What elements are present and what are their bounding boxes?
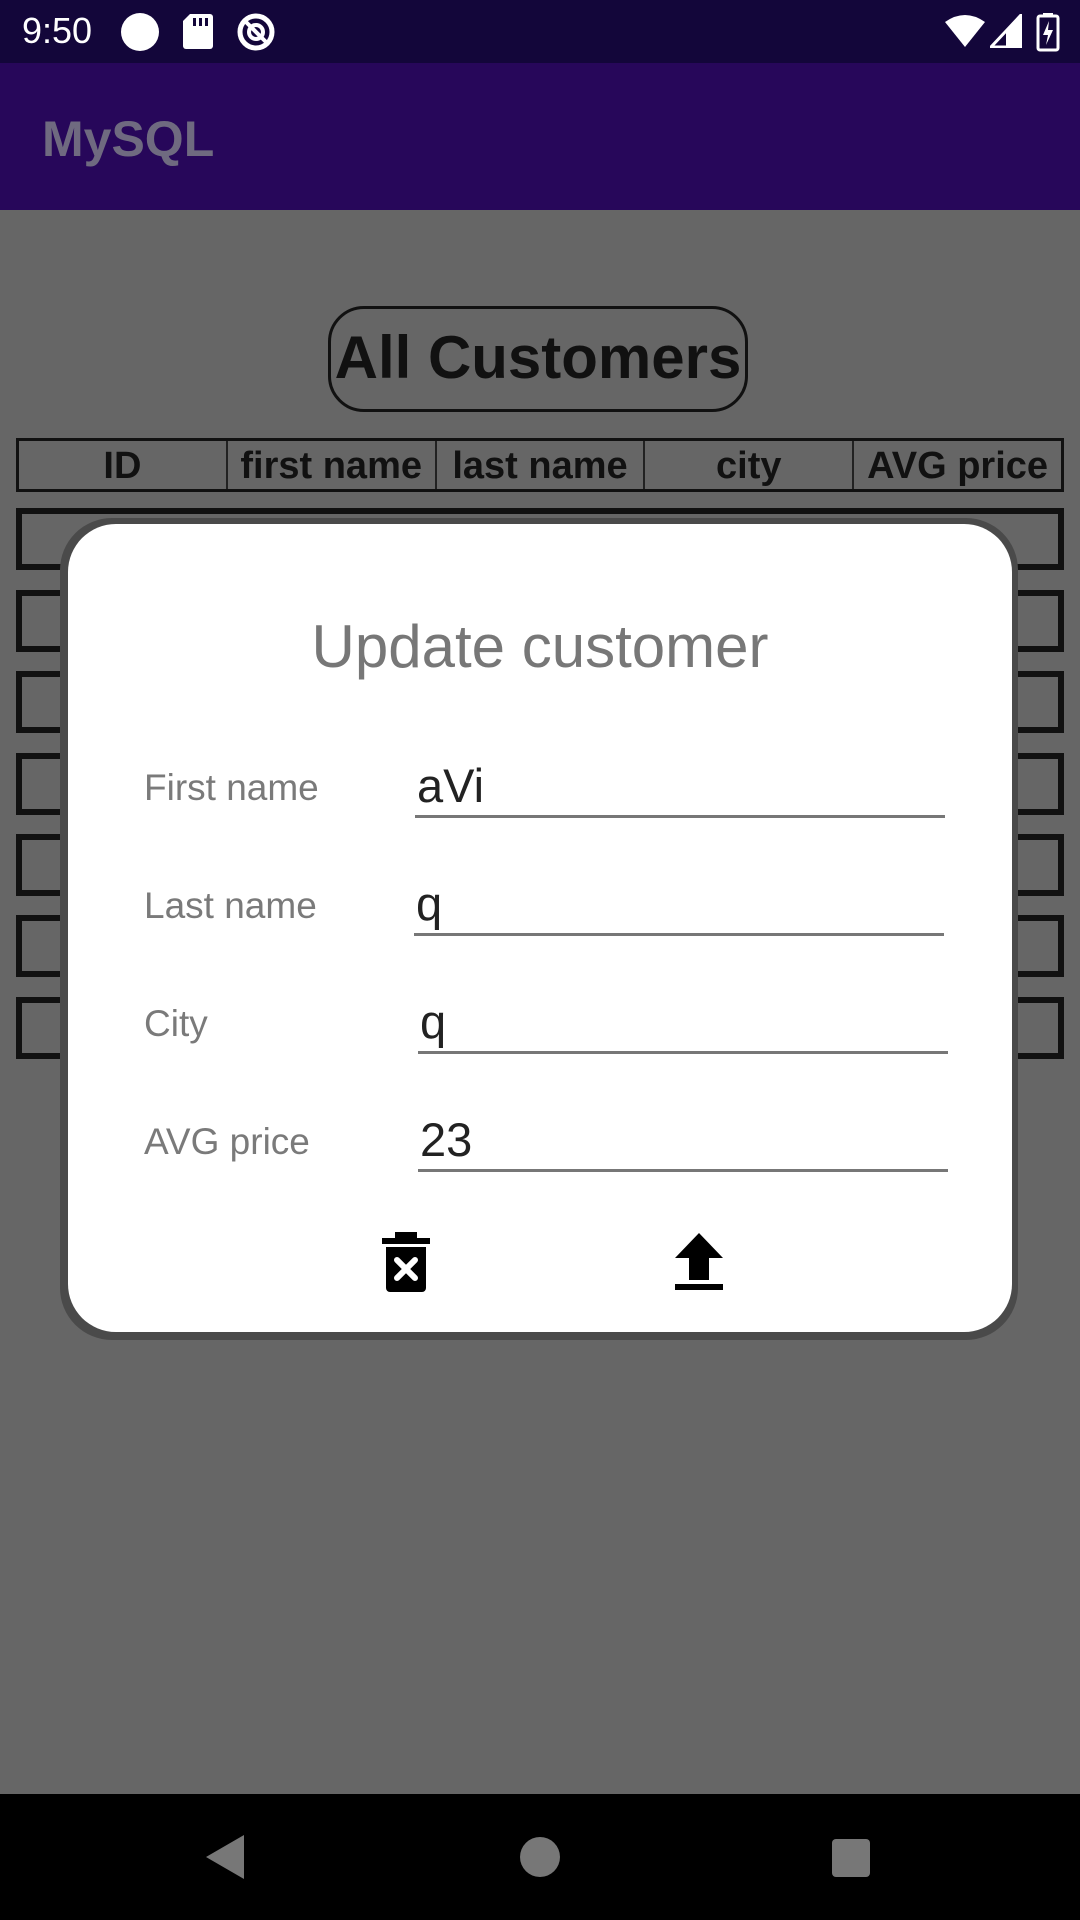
first-name-input[interactable]: [415, 756, 945, 818]
battery-charging-icon: [1036, 13, 1060, 52]
delete-icon[interactable]: [378, 1230, 434, 1294]
avg-price-label: AVG price: [144, 1121, 310, 1162]
no-disturb-icon: [237, 13, 275, 51]
status-bar: 9:50: [0, 0, 1080, 63]
navigation-bar: [0, 1794, 1080, 1920]
circle-icon: [121, 13, 159, 51]
last-name-input[interactable]: [414, 874, 944, 936]
signal-icon: [990, 14, 1022, 48]
status-time: 9:50: [22, 10, 93, 51]
header-avg-price: AVG price: [867, 445, 1049, 487]
city-input[interactable]: [418, 992, 948, 1054]
app-bar: MySQL: [0, 63, 1080, 210]
update-customer-dialog: Update customer First name Last name Cit…: [68, 524, 1012, 1332]
app-title: MySQL: [42, 111, 215, 167]
back-icon[interactable]: [200, 1830, 248, 1884]
header-id: ID: [19, 441, 228, 489]
header-first-name: first name: [228, 441, 437, 489]
sd-card-icon: [183, 14, 213, 49]
table-header: ID first name last name city AVG price: [16, 438, 1064, 492]
header-city: city: [645, 441, 855, 489]
avg-price-input[interactable]: [418, 1110, 948, 1172]
home-icon[interactable]: [516, 1830, 564, 1884]
wifi-icon: [945, 15, 985, 47]
all-customers-button[interactable]: All Customers: [328, 306, 748, 412]
first-name-label: First name: [144, 767, 319, 808]
header-last-name: last name: [437, 441, 646, 489]
last-name-label: Last name: [144, 885, 317, 926]
recents-icon[interactable]: [826, 1830, 874, 1884]
upload-icon[interactable]: [671, 1230, 727, 1294]
city-label: City: [144, 1003, 208, 1044]
dialog-title: Update customer: [311, 613, 769, 680]
